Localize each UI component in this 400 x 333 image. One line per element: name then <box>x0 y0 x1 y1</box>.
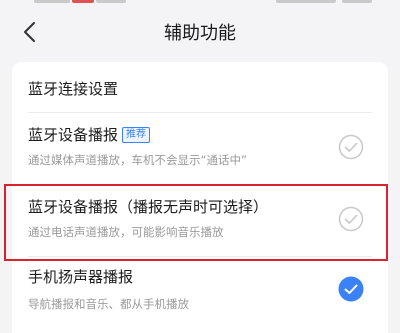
nav-header: 辅助功能 <box>0 6 400 58</box>
status-mark <box>276 0 336 3</box>
option-row-media[interactable]: 蓝牙设备播报 推荐 通过媒体声道播放，车机不会显示“通话中” <box>12 124 388 182</box>
status-mark <box>342 0 372 3</box>
status-mark <box>34 0 70 3</box>
option-description: 通过媒体声道播放，车机不会显示“通话中” <box>28 153 247 167</box>
option-description: 导航播报和音乐、都从手机播放 <box>28 297 189 311</box>
option-label-text: 蓝牙设备播报 <box>28 126 119 144</box>
option-label: 手机扬声器播报 <box>28 268 134 286</box>
checked-circle-icon[interactable] <box>338 276 364 302</box>
section-title: 蓝牙连接设置 <box>28 80 119 98</box>
unchecked-circle-icon[interactable] <box>338 134 364 160</box>
option-label: 蓝牙设备播报 推荐 <box>28 124 151 145</box>
recommended-badge: 推荐 <box>122 126 151 143</box>
divider <box>28 112 372 113</box>
status-mark <box>72 0 94 3</box>
highlight-frame <box>4 184 388 261</box>
option-row-phone-speaker[interactable]: 手机扬声器播报 导航播报和音乐、都从手机播放 <box>12 266 388 324</box>
page-title: 辅助功能 <box>164 23 236 44</box>
status-mark <box>96 0 126 3</box>
